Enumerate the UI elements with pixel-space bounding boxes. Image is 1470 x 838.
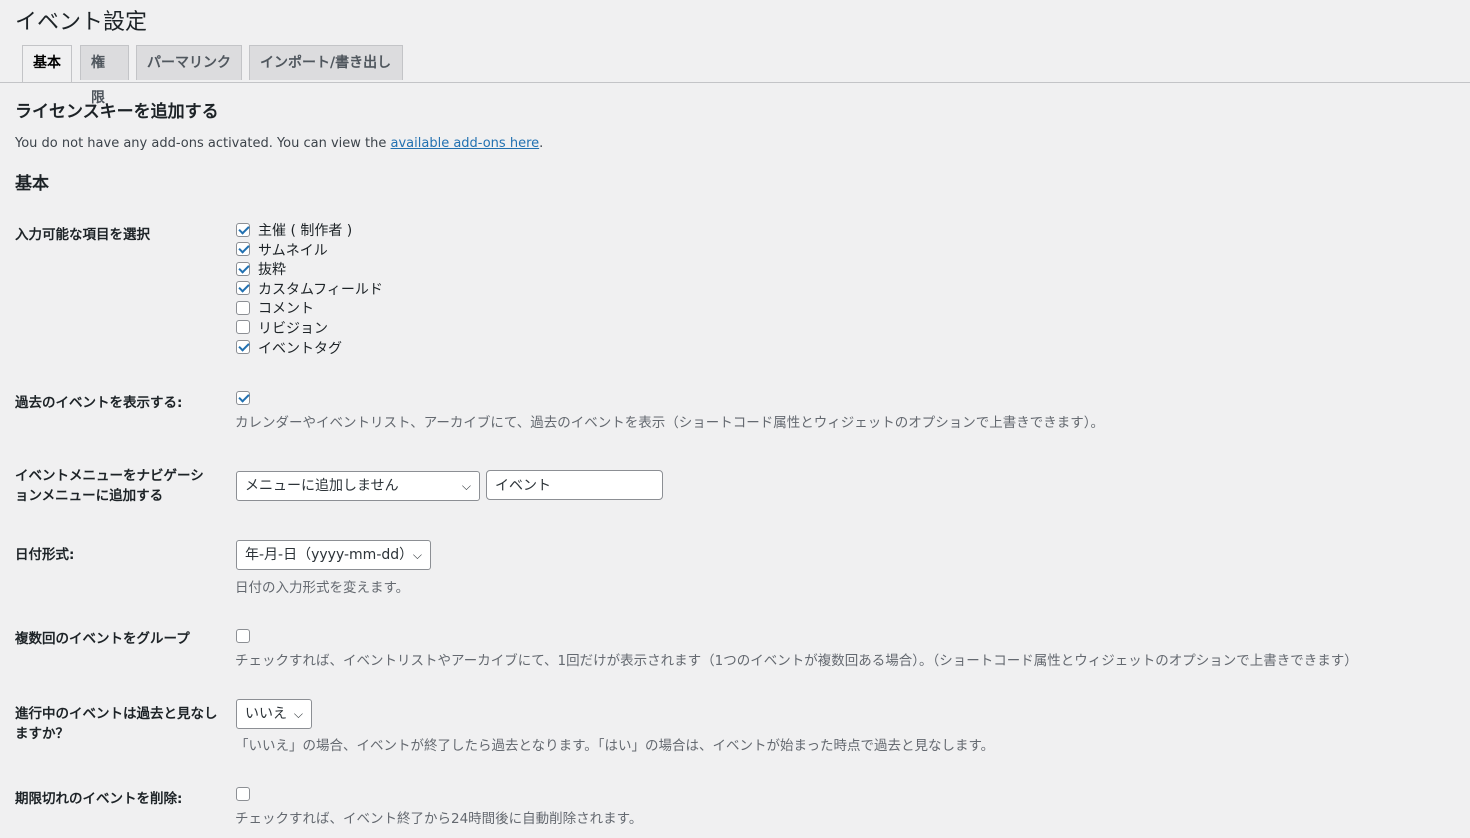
show-past-label: 過去のイベントを表示する: [15, 395, 183, 411]
delete-expired-label: 期限切れのイベントを削除: [15, 791, 183, 807]
tab-basic[interactable]: 基本 [22, 45, 72, 82]
nav-menu-select[interactable]: メニューに追加しません ⌵ [236, 471, 480, 501]
date-format-description: 日付の入力形式を変えます。 [235, 580, 410, 596]
option-excerpt: 抜粋 [236, 261, 383, 281]
basic-heading: 基本 [15, 174, 49, 194]
license-heading: ライセンスキーを追加する [15, 102, 219, 122]
supports-options: 主催 ( 制作者 ) サムネイル 抜粋 カスタムフィールド コメント リビジョン… [236, 222, 383, 359]
date-format-label: 日付形式: [15, 547, 75, 563]
excerpt-checkbox[interactable] [236, 261, 250, 276]
option-custom-fields: カスタムフィールド [236, 281, 383, 301]
organiser-checkbox[interactable] [236, 222, 250, 237]
supports-label: 入力可能な項目を選択 [15, 227, 150, 243]
option-label: 主催 ( 制作者 ) [258, 223, 353, 239]
group-recurring-description: チェックすれば、イベントリストやアーカイブにて、1回だけが表示されます（1つのイ… [235, 653, 1358, 669]
show-past-description: カレンダーやイベントリスト、アーカイブにて、過去のイベントを表示（ショートコード… [235, 415, 1104, 431]
tab-permalinks[interactable]: パーマリンク [136, 45, 242, 80]
option-event-tags: イベントタグ [236, 340, 383, 360]
group-recurring-checkbox[interactable] [236, 629, 250, 643]
option-label: コメント [258, 301, 314, 318]
comments-checkbox[interactable] [236, 300, 250, 315]
available-addons-link[interactable]: available add-ons here [391, 136, 540, 151]
nav-menu-title-input[interactable] [486, 470, 663, 500]
nav-menu-select-value: メニューに追加しません [245, 478, 399, 494]
event-tags-checkbox[interactable] [236, 340, 250, 355]
tab-import-export[interactable]: インポート/書き出し [249, 45, 403, 80]
chevron-down-icon: ⌵ [293, 707, 303, 721]
option-thumbnail: サムネイル [236, 242, 383, 262]
settings-tabs: 基本 権限 パーマリンク インポート/書き出し [0, 45, 1470, 106]
option-revisions: リビジョン [236, 320, 383, 340]
group-recurring-label: 複数回のイベントをグループ [15, 631, 190, 647]
date-format-select[interactable]: 年-月-日（yyyy-mm-dd） ⌵ [236, 540, 431, 570]
tab-permissions[interactable]: 権限 [80, 45, 129, 106]
option-label: サムネイル [258, 242, 328, 259]
ongoing-past-select-value: いいえ [245, 706, 287, 722]
option-label: イベントタグ [258, 340, 342, 357]
revisions-checkbox[interactable] [236, 320, 250, 335]
ongoing-past-select[interactable]: いいえ ⌵ [236, 699, 312, 729]
option-label: 抜粋 [258, 262, 286, 279]
option-organiser: 主催 ( 制作者 ) [236, 222, 383, 242]
custom-fields-checkbox[interactable] [236, 281, 250, 296]
delete-expired-description: チェックすれば、イベント終了から24時間後に自動削除されます。 [235, 811, 643, 827]
delete-expired-checkbox[interactable] [236, 787, 250, 801]
page-title: イベント設定 [15, 10, 148, 35]
ongoing-past-description: 「いいえ」の場合、イベントが終了したら過去となります。「はい」の場合は、イベント… [235, 738, 995, 754]
thumbnail-checkbox[interactable] [236, 242, 250, 257]
chevron-down-icon: ⌵ [412, 548, 422, 562]
chevron-down-icon: ⌵ [461, 479, 471, 493]
addons-notice: You do not have any add-ons activated. Y… [15, 136, 543, 151]
option-label: カスタムフィールド [258, 281, 383, 298]
show-past-checkbox[interactable] [236, 391, 250, 405]
date-format-select-value: 年-月-日（yyyy-mm-dd） [245, 547, 414, 563]
option-label: リビジョン [258, 320, 328, 337]
ongoing-past-label: 進行中のイベントは過去と見なしますか？ [15, 706, 218, 742]
addons-notice-end: . [539, 136, 544, 151]
nav-menu-label: イベントメニューをナビゲーションメニューに追加する [15, 468, 204, 504]
addons-notice-text: You do not have any add-ons activated. Y… [15, 136, 391, 151]
option-comments: コメント [236, 300, 383, 320]
